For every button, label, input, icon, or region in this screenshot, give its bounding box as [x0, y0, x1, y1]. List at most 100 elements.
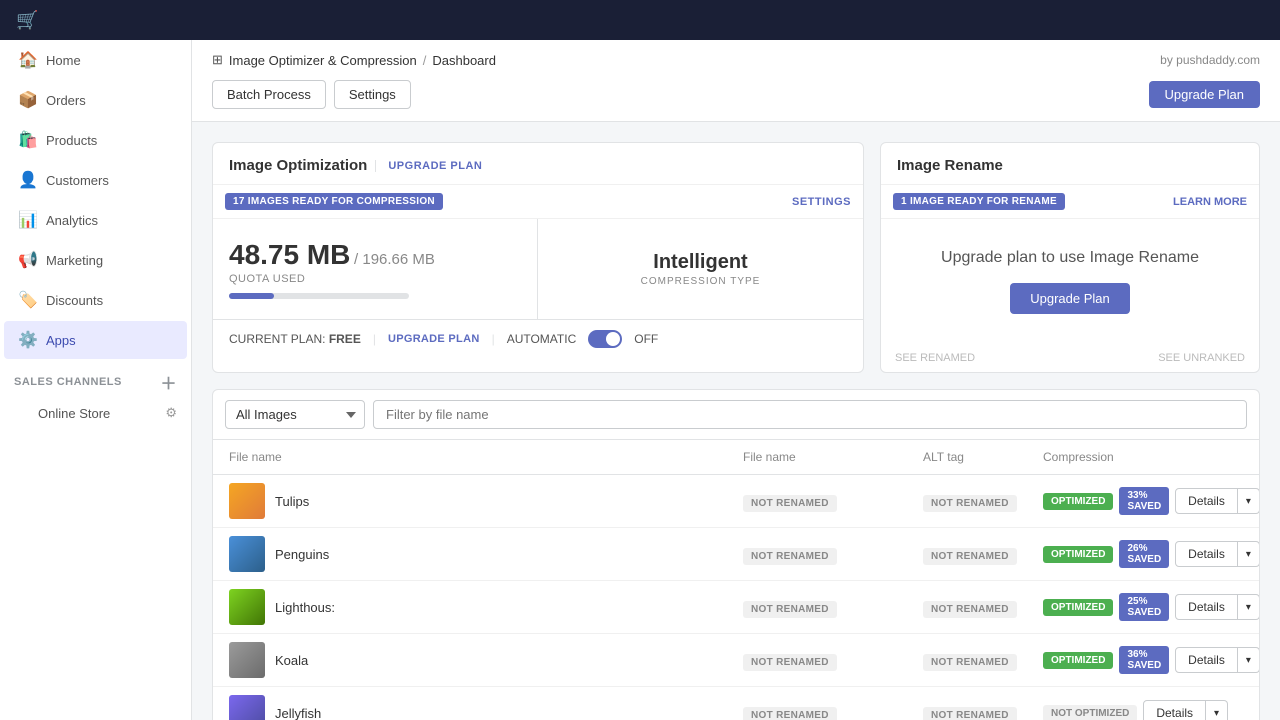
alt-koala: NOT RENAMED — [923, 653, 1043, 668]
image-filter-select[interactable]: All Images Optimized Not Optimized — [225, 400, 365, 429]
col-header-compression: Compression — [1043, 450, 1243, 464]
marketing-icon: 📢 — [18, 250, 36, 270]
optimization-footer: CURRENT PLAN: FREE | UPGRADE PLAN | AUTO… — [213, 320, 863, 358]
saved-tag: 25% SAVED — [1119, 593, 1169, 621]
breadcrumb-separator: / — [423, 53, 427, 68]
details-button-koala[interactable]: Details — [1175, 647, 1238, 673]
table-header: File name File name ALT tag Compression — [213, 440, 1259, 475]
sidebar-item-customers[interactable]: 👤 Customers — [4, 161, 187, 199]
sidebar-item-orders[interactable]: 📦 Orders — [4, 81, 187, 119]
table-row: Koala NOT RENAMED NOT RENAMED OPTIMIZED … — [213, 634, 1259, 687]
not-renamed-alt-tag: NOT RENAMED — [923, 548, 1017, 565]
details-dropdown-lighthouse[interactable]: ▾ — [1238, 594, 1260, 620]
rename-upgrade-button[interactable]: Upgrade Plan — [1010, 283, 1130, 314]
file-name-cell-penguins: Penguins — [229, 536, 743, 572]
file-name-cell-lighthouse: Lighthous: — [229, 589, 743, 625]
col-header-alt: ALT tag — [923, 450, 1043, 464]
content-area: ⊞ Image Optimizer & Compression / Dashbo… — [192, 40, 1280, 720]
quota-size: 48.75 MB / 196.66 MB — [229, 239, 435, 271]
thumb-lighthouse — [229, 589, 265, 625]
compression-penguins: OPTIMIZED 26% SAVED Details ▾ — [1043, 540, 1243, 568]
filename-tulips: Tulips — [275, 494, 309, 509]
rename-panel-header: Image Rename — [881, 143, 1259, 185]
upgrade-plan-button[interactable]: Upgrade Plan — [1149, 81, 1261, 108]
details-dropdown-jellyfish[interactable]: ▾ — [1206, 700, 1228, 720]
renamed-tulips: NOT RENAMED — [743, 494, 923, 509]
toggle-knob — [606, 332, 620, 346]
not-renamed-tag: NOT RENAMED — [743, 548, 837, 565]
alt-tulips: NOT RENAMED — [923, 494, 1043, 509]
rename-panel-title: Image Rename — [897, 157, 1003, 174]
apps-icon: ⚙️ — [18, 330, 36, 350]
details-btn-group: Details ▾ — [1175, 647, 1260, 673]
details-button-tulips[interactable]: Details — [1175, 488, 1238, 514]
rename-body: Upgrade plan to use Image Rename Upgrade… — [881, 219, 1259, 344]
filename-jellyfish: Jellyfish — [275, 706, 321, 720]
sidebar-item-online-store[interactable]: Online Store ⚙ — [0, 398, 191, 428]
thumb-penguins — [229, 536, 265, 572]
automatic-toggle[interactable] — [588, 330, 622, 348]
sidebar-item-discounts[interactable]: 🏷️ Discounts — [4, 281, 187, 319]
batch-process-button[interactable]: Batch Process — [212, 80, 326, 109]
sidebar-label-orders: Orders — [46, 93, 86, 108]
compression-tulips: OPTIMIZED 33% SAVED Details ▾ — [1043, 487, 1243, 515]
optimization-body: 48.75 MB / 196.66 MB QUOTA USED Intellig… — [213, 219, 863, 320]
optimization-panel-header: Image Optimization UPGRADE PLAN — [213, 143, 863, 185]
sidebar-item-products[interactable]: 🛍️ Products — [4, 121, 187, 159]
renamed-penguins: NOT RENAMED — [743, 547, 923, 562]
rename-badge-row: 1 IMAGE READY FOR RENAME LEARN MORE — [881, 185, 1259, 219]
see-renamed-link[interactable]: SEE RENAMED — [895, 352, 975, 364]
alt-lighthouse: NOT RENAMED — [923, 600, 1043, 615]
optimized-tag: OPTIMIZED — [1043, 493, 1113, 510]
footer-upgrade-link[interactable]: UPGRADE PLAN — [388, 333, 480, 345]
details-button-jellyfish[interactable]: Details — [1143, 700, 1206, 720]
sidebar-item-apps[interactable]: ⚙️ Apps — [4, 321, 187, 359]
current-plan-label: CURRENT PLAN: FREE — [229, 332, 361, 346]
app-icon: ⊞ — [212, 52, 223, 68]
compression-lighthouse: OPTIMIZED 25% SAVED Details ▾ — [1043, 593, 1243, 621]
sidebar-label-apps: Apps — [46, 333, 76, 348]
settings-button[interactable]: Settings — [334, 80, 411, 109]
home-icon: 🏠 — [18, 50, 36, 70]
col-header-filename: File name — [229, 450, 743, 464]
compression-type-label: Intelligent — [653, 251, 747, 274]
table-row: Lighthous: NOT RENAMED NOT RENAMED OPTIM… — [213, 581, 1259, 634]
not-renamed-tag: NOT RENAMED — [743, 654, 837, 671]
products-icon: 🛍️ — [18, 130, 36, 150]
not-renamed-alt-tag: NOT RENAMED — [923, 654, 1017, 671]
online-store-settings-icon[interactable]: ⚙ — [165, 405, 177, 421]
details-button-penguins[interactable]: Details — [1175, 541, 1238, 567]
alt-penguins: NOT RENAMED — [923, 547, 1043, 562]
optimization-upgrade-link[interactable]: UPGRADE PLAN — [375, 160, 482, 172]
renamed-lighthouse: NOT RENAMED — [743, 600, 923, 615]
details-button-lighthouse[interactable]: Details — [1175, 594, 1238, 620]
filter-input[interactable] — [373, 400, 1247, 429]
details-btn-group: Details ▾ — [1175, 488, 1260, 514]
filename-penguins: Penguins — [275, 547, 329, 562]
not-renamed-alt-tag: NOT RENAMED — [923, 707, 1017, 720]
renamed-jellyfish: NOT RENAMED — [743, 706, 923, 720]
main-content: Image Optimization UPGRADE PLAN 17 IMAGE… — [192, 122, 1280, 720]
footer-divider: | — [373, 332, 376, 346]
details-btn-group: Details ▾ — [1175, 594, 1260, 620]
sidebar-label-discounts: Discounts — [46, 293, 103, 308]
optimization-settings-link[interactable]: SETTINGS — [792, 196, 851, 208]
breadcrumb-current: Dashboard — [432, 53, 496, 68]
learn-more-link[interactable]: LEARN MORE — [1173, 196, 1247, 208]
add-sales-channel-icon[interactable]: ＋ — [160, 370, 177, 394]
breadcrumb: ⊞ Image Optimizer & Compression / Dashbo… — [212, 52, 1260, 68]
details-dropdown-koala[interactable]: ▾ — [1238, 647, 1260, 673]
see-unranked-link[interactable]: SEE UNRANKED — [1158, 352, 1245, 364]
sidebar-item-analytics[interactable]: 📊 Analytics — [4, 201, 187, 239]
details-dropdown-tulips[interactable]: ▾ — [1238, 488, 1260, 514]
details-dropdown-penguins[interactable]: ▾ — [1238, 541, 1260, 567]
optimization-badge-row: 17 IMAGES READY FOR COMPRESSION SETTINGS — [213, 185, 863, 219]
automatic-label: AUTOMATIC — [507, 332, 577, 346]
online-store-label: Online Store — [38, 406, 110, 421]
sidebar-label-marketing: Marketing — [46, 253, 103, 268]
not-renamed-tag: NOT RENAMED — [743, 601, 837, 618]
sidebar-item-marketing[interactable]: 📢 Marketing — [4, 241, 187, 279]
sidebar-item-home[interactable]: 🏠 Home — [4, 41, 187, 79]
analytics-icon: 📊 — [18, 210, 36, 230]
optimized-tag: OPTIMIZED — [1043, 546, 1113, 563]
